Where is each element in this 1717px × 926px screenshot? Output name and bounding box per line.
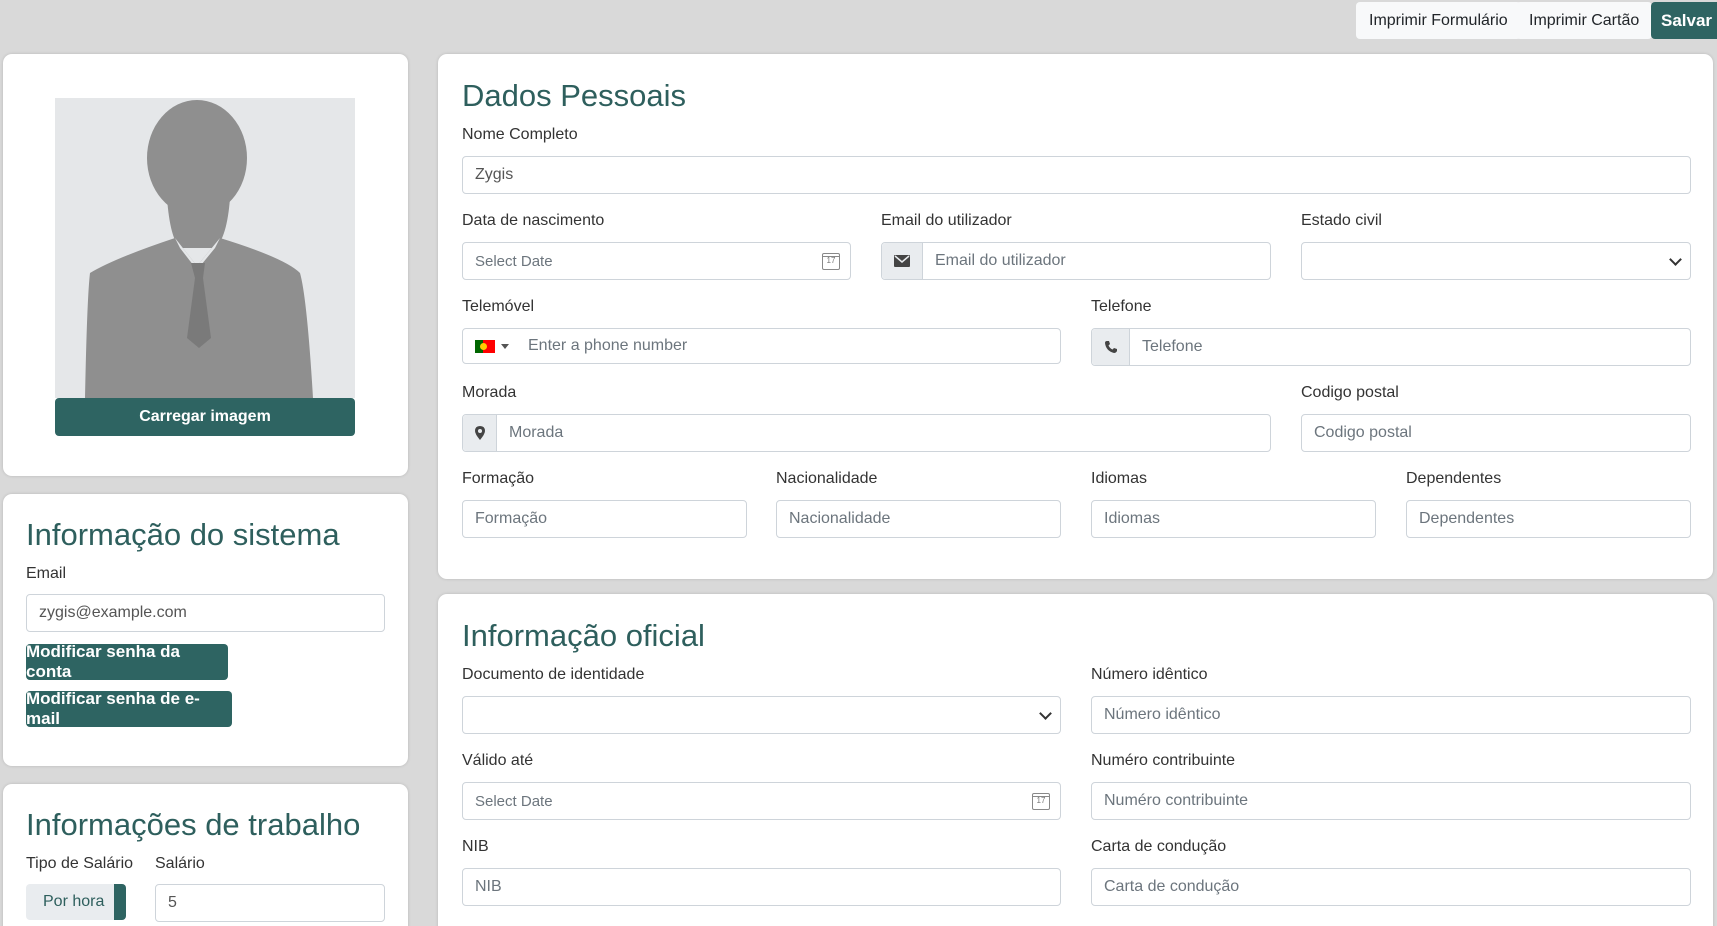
work-info-title: Informações de trabalho	[26, 807, 361, 842]
map-marker-icon	[463, 415, 497, 451]
portugal-flag-icon	[475, 339, 495, 353]
salary-type-toggle[interactable]: Por hora	[26, 884, 126, 920]
full-name-field[interactable]: Zygis	[462, 156, 1691, 194]
languages-placeholder: Idiomas	[1104, 510, 1161, 527]
envelope-icon	[882, 243, 923, 279]
change-email-password-button[interactable]: Modificar senha de e-mail	[26, 689, 232, 728]
official-info-card: Informação oficial Documento de identida…	[438, 594, 1713, 926]
chevron-down-icon	[1039, 706, 1052, 720]
phone-placeholder: Telefone	[1142, 338, 1203, 355]
tax-number-field[interactable]: Numéro contribuinte	[1091, 782, 1691, 820]
phone-label: Telefone	[1091, 298, 1152, 315]
valid-until-label: Válido até	[462, 752, 534, 769]
save-button[interactable]: Salvar	[1651, 2, 1717, 39]
civil-status-label: Estado civil	[1301, 212, 1382, 229]
print-form-button[interactable]: Imprimir Formulário	[1356, 2, 1521, 39]
system-info-card: Informação do sistema Email zygis@exampl…	[3, 494, 408, 766]
upload-image-button[interactable]: Carregar imagem	[55, 398, 355, 436]
salary-label: Salário	[155, 855, 205, 872]
email-field[interactable]: zygis@example.com	[26, 594, 385, 632]
calendar-icon[interactable]: 17	[822, 253, 840, 270]
id-number-placeholder: Número idêntico	[1104, 706, 1221, 723]
nationality-placeholder: Nacionalidade	[789, 510, 891, 527]
driving-license-placeholder: Carta de condução	[1104, 878, 1240, 895]
country-flag-dropdown[interactable]	[463, 339, 509, 353]
birth-date-placeholder: Select Date	[475, 252, 553, 270]
personal-data-card: Dados Pessoais Nome Completo Zygis Data …	[438, 54, 1713, 579]
salary-value: 5	[168, 894, 177, 911]
system-info-title: Informação do sistema	[26, 517, 340, 552]
nib-label: NIB	[462, 838, 489, 855]
photo-card: Carregar imagem	[3, 54, 408, 476]
id-document-label: Documento de identidade	[462, 666, 645, 683]
chevron-down-icon	[1669, 252, 1682, 266]
user-email-placeholder: Email do utilizador	[935, 252, 1066, 269]
birth-date-field[interactable]: Select Date 17	[462, 242, 851, 280]
dependents-field[interactable]: Dependentes	[1406, 500, 1691, 538]
mobile-label: Telemóvel	[462, 298, 535, 315]
work-info-card: Informações de trabalho Tipo de Salário …	[3, 784, 408, 926]
address-label: Morada	[462, 384, 517, 401]
official-info-title: Informação oficial	[462, 618, 705, 653]
id-number-label: Número idêntico	[1091, 666, 1208, 683]
phone-field[interactable]: Telefone	[1091, 328, 1691, 366]
languages-field[interactable]: Idiomas	[1091, 500, 1376, 538]
dependents-label: Dependentes	[1406, 470, 1502, 487]
mobile-placeholder: Enter a phone number	[528, 337, 688, 354]
email-label: Email	[26, 565, 67, 582]
education-label: Formação	[462, 470, 535, 487]
salary-type-value: Por hora	[43, 893, 105, 910]
salary-field[interactable]: 5	[155, 884, 385, 922]
nib-placeholder: NIB	[475, 878, 502, 895]
phone-icon	[1092, 329, 1130, 365]
full-name-value: Zygis	[475, 166, 514, 183]
languages-label: Idiomas	[1091, 470, 1148, 487]
id-document-select[interactable]	[462, 696, 1061, 734]
user-email-field[interactable]: Email do utilizador	[881, 242, 1271, 280]
avatar	[55, 98, 355, 398]
dependents-placeholder: Dependentes	[1419, 510, 1515, 527]
birth-date-label: Data de nascimento	[462, 212, 605, 229]
postal-code-placeholder: Codigo postal	[1314, 424, 1412, 441]
change-account-password-button[interactable]: Modificar senha da conta	[26, 642, 228, 681]
address-placeholder: Morada	[509, 424, 564, 441]
education-field[interactable]: Formação	[462, 500, 747, 538]
mobile-field[interactable]: Enter a phone number	[462, 328, 1061, 364]
education-placeholder: Formação	[475, 510, 548, 527]
valid-until-field[interactable]: Select Date 17	[462, 782, 1061, 820]
personal-data-title: Dados Pessoais	[462, 78, 687, 113]
full-name-label: Nome Completo	[462, 126, 578, 143]
civil-status-select[interactable]	[1301, 242, 1691, 280]
driving-license-field[interactable]: Carta de condução	[1091, 868, 1691, 906]
salary-type-label: Tipo de Salário	[26, 855, 134, 872]
postal-code-label: Codigo postal	[1301, 384, 1399, 401]
tax-number-label: Numéro contribuinte	[1091, 752, 1236, 769]
tax-number-placeholder: Numéro contribuinte	[1104, 792, 1249, 809]
nib-field[interactable]: NIB	[462, 868, 1061, 906]
user-email-label: Email do utilizador	[881, 212, 1012, 229]
person-silhouette-icon	[85, 100, 313, 398]
print-card-button[interactable]: Imprimir Cartão	[1516, 2, 1653, 39]
postal-code-field[interactable]: Codigo postal	[1301, 414, 1691, 452]
address-field[interactable]: Morada	[462, 414, 1271, 452]
email-value: zygis@example.com	[39, 604, 187, 621]
driving-license-label: Carta de condução	[1091, 838, 1227, 855]
calendar-icon[interactable]: 17	[1032, 793, 1050, 810]
valid-until-placeholder: Select Date	[475, 792, 553, 810]
id-number-field[interactable]: Número idêntico	[1091, 696, 1691, 734]
nationality-field[interactable]: Nacionalidade	[776, 500, 1061, 538]
caret-down-icon	[501, 343, 509, 349]
nationality-label: Nacionalidade	[776, 470, 878, 487]
toggle-knob	[114, 884, 126, 920]
